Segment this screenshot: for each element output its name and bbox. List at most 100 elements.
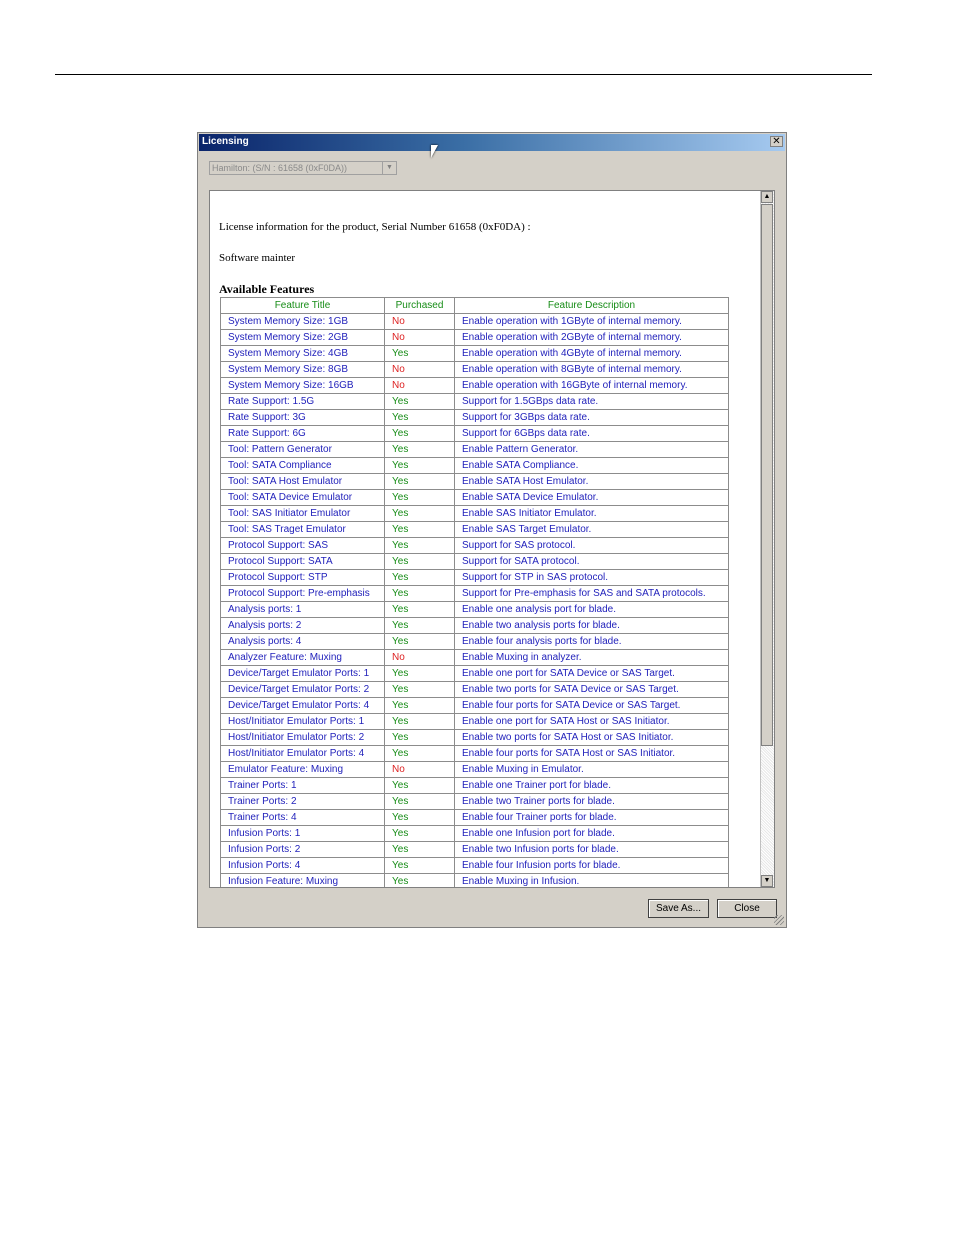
feature-description-cell: Enable operation with 4GByte of internal… — [454, 345, 729, 362]
close-button[interactable]: Close — [717, 899, 777, 918]
feature-title-cell: Trainer Ports: 1 — [220, 777, 385, 794]
purchased-cell: Yes — [384, 425, 455, 442]
purchased-cell: Yes — [384, 345, 455, 362]
title-bar[interactable]: Licensing ✕ — [199, 134, 785, 151]
feature-description-cell: Enable operation with 8GByte of internal… — [454, 361, 729, 378]
feature-title-cell: Infusion Feature: Muxing — [220, 873, 385, 887]
features-table: Feature Title Purchased Feature Descript… — [220, 297, 729, 887]
window-title: Licensing — [202, 136, 249, 147]
purchased-cell: Yes — [384, 793, 455, 810]
purchased-cell: Yes — [384, 489, 455, 506]
table-row: System Memory Size: 16GB No Enable operati… — [220, 377, 729, 394]
save-as-button[interactable]: Save As... — [648, 899, 709, 918]
feature-description-cell: Enable two ports for SATA Host or SAS In… — [454, 729, 729, 746]
purchased-cell: Yes — [384, 553, 455, 570]
purchased-cell: Yes — [384, 697, 455, 714]
feature-description-cell: Enable one port for SATA Device or SAS T… — [454, 665, 729, 682]
purchased-cell: Yes — [384, 809, 455, 826]
purchased-cell: Yes — [384, 745, 455, 762]
feature-title-cell: Protocol Support: SAS — [220, 537, 385, 554]
feature-title-cell: System Memory Size: 1GB — [220, 313, 385, 330]
vertical-scrollbar[interactable]: ▲ ▼ — [760, 191, 774, 887]
mouse-pointer-icon — [431, 145, 438, 158]
feature-title-cell: Analysis ports: 2 — [220, 617, 385, 634]
purchased-cell: No — [384, 313, 455, 330]
purchased-cell: Yes — [384, 393, 455, 410]
feature-title-cell: Analyzer Feature: Muxing — [220, 649, 385, 666]
feature-description-cell: Enable one port for SATA Host or SAS Ini… — [454, 713, 729, 730]
purchased-cell: Yes — [384, 441, 455, 458]
table-row: Tool: SAS Initiator Emulator Yes Enable SA… — [220, 505, 729, 522]
table-row: Infusion Feature: Muxing Yes Enable Muxing… — [220, 873, 729, 887]
feature-description-cell: Enable SAS Initiator Emulator. — [454, 505, 729, 522]
feature-description-cell: Enable one Infusion port for blade. — [454, 825, 729, 842]
purchased-cell: Yes — [384, 633, 455, 650]
resize-grip-icon[interactable] — [774, 915, 784, 925]
feature-description-cell: Support for 3GBps data rate. — [454, 409, 729, 426]
feature-title-cell: Host/Initiator Emulator Ports: 4 — [220, 745, 385, 762]
table-row: Tool: SATA Device Emulator Yes Enable SATA… — [220, 489, 729, 506]
feature-description-cell: Enable four ports for SATA Device or SAS… — [454, 697, 729, 714]
feature-title-cell: Device/Target Emulator Ports: 4 — [220, 697, 385, 714]
feature-description-cell: Support for Pre-emphasis for SAS and SAT… — [454, 585, 729, 602]
close-icon[interactable]: ✕ — [770, 136, 783, 147]
header-feature-title: Feature Title — [220, 297, 385, 314]
purchased-cell: Yes — [384, 681, 455, 698]
licensing-dialog: Licensing ✕ Hamilton: (S/N : 61658 (0xF0… — [197, 132, 787, 928]
header-feature-description: Feature Description — [454, 297, 729, 314]
feature-description-cell: Enable Muxing in Emulator. — [454, 761, 729, 778]
purchased-cell: No — [384, 649, 455, 666]
purchased-cell: Yes — [384, 857, 455, 874]
purchased-cell: Yes — [384, 521, 455, 538]
table-row: Trainer Ports: 4 Yes Enable four Trainer p… — [220, 809, 729, 826]
purchased-cell: Yes — [384, 713, 455, 730]
feature-title-cell: Infusion Ports: 4 — [220, 857, 385, 874]
table-row: Device/Target Emulator Ports: 2 Yes Enable… — [220, 681, 729, 698]
table-row: Analyzer Feature: Muxing No Enable Muxing … — [220, 649, 729, 666]
table-row: System Memory Size: 1GB No Enable operatio… — [220, 313, 729, 330]
purchased-cell: Yes — [384, 537, 455, 554]
scroll-up-icon[interactable]: ▲ — [761, 191, 773, 203]
table-row: Infusion Ports: 1 Yes Enable one Infusion … — [220, 825, 729, 842]
table-row: Host/Initiator Emulator Ports: 4 Yes Enabl… — [220, 745, 729, 762]
feature-title-cell: Rate Support: 6G — [220, 425, 385, 442]
feature-title-cell: Protocol Support: STP — [220, 569, 385, 586]
feature-title-cell: Emulator Feature: Muxing — [220, 761, 385, 778]
feature-title-cell: Tool: SAS Traget Emulator — [220, 521, 385, 538]
purchased-cell: Yes — [384, 873, 455, 887]
feature-description-cell: Enable one analysis port for blade. — [454, 601, 729, 618]
feature-description-cell: Enable four analysis ports for blade. — [454, 633, 729, 650]
purchased-cell: No — [384, 329, 455, 346]
product-dropdown[interactable]: Hamilton: (S/N : 61658 (0xF0DA)) ▼ — [209, 161, 397, 175]
license-info-line: License information for the product, Ser… — [219, 221, 531, 233]
feature-title-cell: Device/Target Emulator Ports: 1 — [220, 665, 385, 682]
feature-title-cell: Analysis ports: 1 — [220, 601, 385, 618]
feature-title-cell: Trainer Ports: 4 — [220, 809, 385, 826]
feature-description-cell: Enable SATA Device Emulator. — [454, 489, 729, 506]
table-row: Protocol Support: SATA Yes Support for SAT… — [220, 553, 729, 570]
feature-description-cell: Enable operation with 1GByte of internal… — [454, 313, 729, 330]
feature-title-cell: System Memory Size: 8GB — [220, 361, 385, 378]
purchased-cell: Yes — [384, 825, 455, 842]
chevron-down-icon[interactable]: ▼ — [382, 162, 396, 174]
feature-title-cell: Infusion Ports: 2 — [220, 841, 385, 858]
table-row: System Memory Size: 2GB No Enable operatio… — [220, 329, 729, 346]
purchased-cell: Yes — [384, 777, 455, 794]
feature-title-cell: Host/Initiator Emulator Ports: 1 — [220, 713, 385, 730]
scroll-thumb[interactable] — [761, 204, 773, 746]
purchased-cell: No — [384, 761, 455, 778]
feature-description-cell: Enable SATA Compliance. — [454, 457, 729, 474]
feature-title-cell: System Memory Size: 2GB — [220, 329, 385, 346]
table-row: Tool: SATA Host Emulator Yes Enable SATA H… — [220, 473, 729, 490]
feature-description-cell: Enable operation with 16GByte of interna… — [454, 377, 729, 394]
table-row: Tool: Pattern Generator Yes Enable Pattern… — [220, 441, 729, 458]
feature-description-cell: Enable Pattern Generator. — [454, 441, 729, 458]
table-row: Infusion Ports: 4 Yes Enable four Infusion… — [220, 857, 729, 874]
feature-title-cell: Trainer Ports: 2 — [220, 793, 385, 810]
purchased-cell: No — [384, 361, 455, 378]
table-row: Analysis ports: 2 Yes Enable two analysis … — [220, 617, 729, 634]
scroll-down-icon[interactable]: ▼ — [761, 875, 773, 887]
table-row: Rate Support: 6G Yes Support for 6GBps dat… — [220, 425, 729, 442]
feature-description-cell: Enable SAS Target Emulator. — [454, 521, 729, 538]
feature-title-cell: Tool: SATA Compliance — [220, 457, 385, 474]
